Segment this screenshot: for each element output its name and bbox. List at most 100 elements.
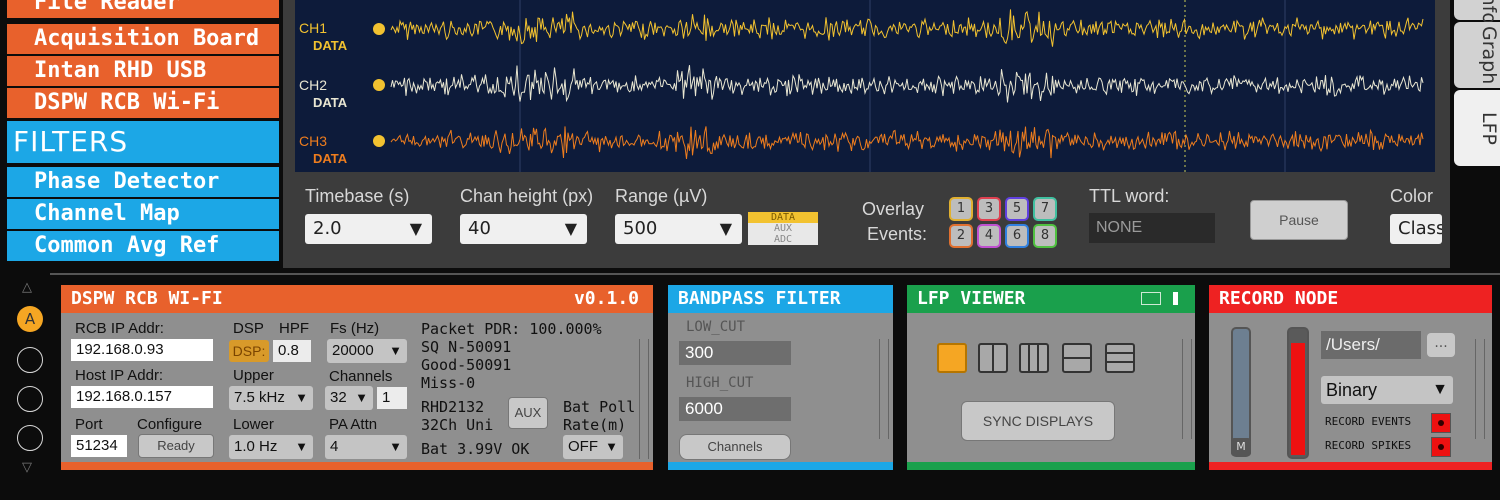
- chain-down-icon[interactable]: ▽: [22, 460, 32, 475]
- configure-ready-button[interactable]: Ready: [138, 434, 214, 458]
- port-label: Port: [75, 416, 103, 433]
- editor-scrollbar[interactable]: [639, 339, 649, 459]
- timebase-value: 2.0: [313, 218, 342, 239]
- low-cut-input[interactable]: 300: [679, 341, 791, 365]
- event-overlay-button-5[interactable]: 5: [1005, 197, 1029, 221]
- event-overlay-button-2[interactable]: 2: [949, 224, 973, 248]
- event-overlay-button-4[interactable]: 4: [977, 224, 1001, 248]
- lower-bandwidth-dropdown[interactable]: 1.0 Hz ▼: [229, 435, 313, 459]
- layout-three-horizontal-button[interactable]: [1105, 343, 1135, 373]
- processor-item-dspw-rcb-wifi[interactable]: DSPW RCB Wi-Fi: [7, 88, 279, 118]
- channel-select-dot[interactable]: [373, 23, 385, 35]
- pa-attn-dropdown[interactable]: 4 ▼: [325, 435, 407, 459]
- range-dropdown[interactable]: 500 ▼: [615, 214, 742, 244]
- lfp-trace-ch1: [390, 9, 1424, 47]
- editor-title: LFP VIEWER: [917, 288, 1026, 309]
- dsp-toggle-button[interactable]: DSP:: [229, 340, 269, 362]
- editor-title-bar[interactable]: BANDPASS FILTER: [668, 285, 893, 313]
- high-cut-label: HIGH_CUT: [686, 375, 754, 391]
- packet-pdr-status: Packet PDR: 100.000%: [421, 320, 602, 338]
- chip-config: 32Ch Uni: [421, 416, 494, 434]
- processor-item-file-reader[interactable]: File Reader: [7, 0, 279, 18]
- editor-scrollbar[interactable]: [879, 339, 889, 439]
- fifo-usage-fill: [1291, 343, 1305, 455]
- channels-label: Channels: [329, 368, 393, 385]
- tab-lfp[interactable]: LFP: [1454, 90, 1500, 166]
- record-spikes-toggle[interactable]: [1431, 437, 1451, 457]
- signal-chain-button[interactable]: [17, 347, 43, 373]
- data-viewport-tabs: Info Graph LFP: [1450, 0, 1500, 268]
- editor-viewport-divider: [50, 273, 1500, 275]
- channel-select-dot[interactable]: [373, 79, 385, 91]
- host-ip-input[interactable]: 192.168.0.157: [71, 386, 213, 408]
- signal-chain-button-a[interactable]: A: [17, 306, 43, 332]
- layout-three-vertical-button[interactable]: [1019, 343, 1049, 373]
- channels-button[interactable]: Channels: [679, 434, 791, 460]
- tab-info[interactable]: Info: [1454, 0, 1500, 24]
- browse-directory-button[interactable]: ...: [1427, 333, 1455, 357]
- editor-version: v0.1.0: [573, 288, 639, 309]
- layout-single-button[interactable]: [937, 343, 967, 373]
- editor-scrollbar[interactable]: [1475, 339, 1485, 439]
- sync-displays-button[interactable]: SYNC DISPLAYS: [961, 401, 1115, 441]
- signal-chain-button[interactable]: [17, 425, 43, 451]
- port-input[interactable]: 51234: [71, 435, 127, 457]
- channel-type-selector[interactable]: DATA AUX ADC: [748, 212, 818, 246]
- monitor-button[interactable]: M: [1231, 438, 1251, 456]
- hpf-input[interactable]: 0.8: [273, 340, 311, 362]
- window-icon[interactable]: [1141, 292, 1161, 305]
- timebase-dropdown[interactable]: 2.0 ▼: [305, 214, 432, 244]
- event-overlay-button-6[interactable]: 6: [1005, 224, 1029, 248]
- processor-item-common-avg-ref[interactable]: Common Avg Ref: [7, 231, 279, 261]
- record-format-dropdown[interactable]: Binary ▼: [1321, 376, 1453, 404]
- channels-dropdown[interactable]: 32 ▼: [325, 386, 373, 410]
- editor-title-bar[interactable]: LFP VIEWER: [907, 285, 1195, 313]
- processor-item-phase-detector[interactable]: Phase Detector: [7, 167, 279, 197]
- processor-item-intan-rhd-usb[interactable]: Intan RHD USB: [7, 56, 279, 86]
- lfp-trace-ch3: [390, 126, 1424, 159]
- editor-title: BANDPASS FILTER: [678, 288, 841, 309]
- channels-value: 32: [330, 389, 347, 406]
- high-cut-input[interactable]: 6000: [679, 397, 791, 421]
- lfp-trace-ch2: [390, 65, 1424, 103]
- channel-step-input[interactable]: 1: [377, 387, 407, 409]
- editor-title-bar[interactable]: RECORD NODE: [1209, 285, 1492, 313]
- processor-item-acquisition-board[interactable]: Acquisition Board: [7, 24, 279, 54]
- editor-title: DSPW RCB WI-FI: [71, 288, 223, 309]
- event-overlay-button-8[interactable]: 8: [1033, 224, 1057, 248]
- rcb-ip-input[interactable]: 192.168.0.93: [71, 339, 213, 361]
- event-overlay-button-7[interactable]: 7: [1033, 197, 1057, 221]
- bat-poll-dropdown[interactable]: OFF ▼: [563, 435, 623, 459]
- upper-bandwidth-dropdown[interactable]: 7.5 kHz ▼: [229, 386, 313, 410]
- record-events-toggle[interactable]: [1431, 413, 1451, 433]
- tab-graph[interactable]: Graph: [1454, 22, 1500, 88]
- record-events-label: RECORD EVENTS: [1325, 415, 1412, 428]
- editor-scrollbar[interactable]: [1182, 339, 1192, 439]
- bat-poll-value: OFF: [568, 438, 598, 455]
- color-scheme-dropdown[interactable]: Class: [1390, 214, 1442, 244]
- pause-button[interactable]: Pause: [1250, 200, 1348, 240]
- layout-two-horizontal-button[interactable]: [1062, 343, 1092, 373]
- channel-select-dot[interactable]: [373, 135, 385, 147]
- type-tag-data[interactable]: DATA: [748, 212, 818, 223]
- event-overlay-button-3[interactable]: 3: [977, 197, 1001, 221]
- lfp-viewer-panel: CH1 DATA CH2 DATA CH3 DATA ▲ ▼ Timebase …: [283, 0, 1450, 268]
- layout-two-vertical-button[interactable]: [978, 343, 1008, 373]
- event-overlay-button-1[interactable]: 1: [949, 197, 973, 221]
- processor-item-channel-map[interactable]: Channel Map: [7, 199, 279, 229]
- record-path-field[interactable]: /Users/: [1321, 331, 1421, 359]
- type-tag-adc[interactable]: ADC: [748, 234, 818, 245]
- host-ip-label: Host IP Addr:: [75, 367, 164, 384]
- tab-icon[interactable]: [1173, 292, 1178, 305]
- lfp-trace-canvas[interactable]: CH1 DATA CH2 DATA CH3 DATA ▲ ▼: [295, 0, 1435, 172]
- type-tag-aux[interactable]: AUX: [748, 223, 818, 234]
- chan-height-dropdown[interactable]: 40 ▼: [460, 214, 587, 244]
- editor-title-bar[interactable]: DSPW RCB WI-FI v0.1.0: [61, 285, 653, 313]
- dsp-label: DSP: [233, 320, 264, 337]
- chain-up-icon[interactable]: △: [22, 280, 32, 295]
- signal-chain-button[interactable]: [17, 386, 43, 412]
- filters-category-header[interactable]: FILTERS: [7, 121, 279, 163]
- aux-button[interactable]: AUX: [508, 397, 548, 429]
- sample-rate-dropdown[interactable]: 20000 ▼: [327, 339, 407, 363]
- dspw-rcb-editor: DSPW RCB WI-FI v0.1.0 RCB IP Addr: 192.1…: [61, 285, 653, 470]
